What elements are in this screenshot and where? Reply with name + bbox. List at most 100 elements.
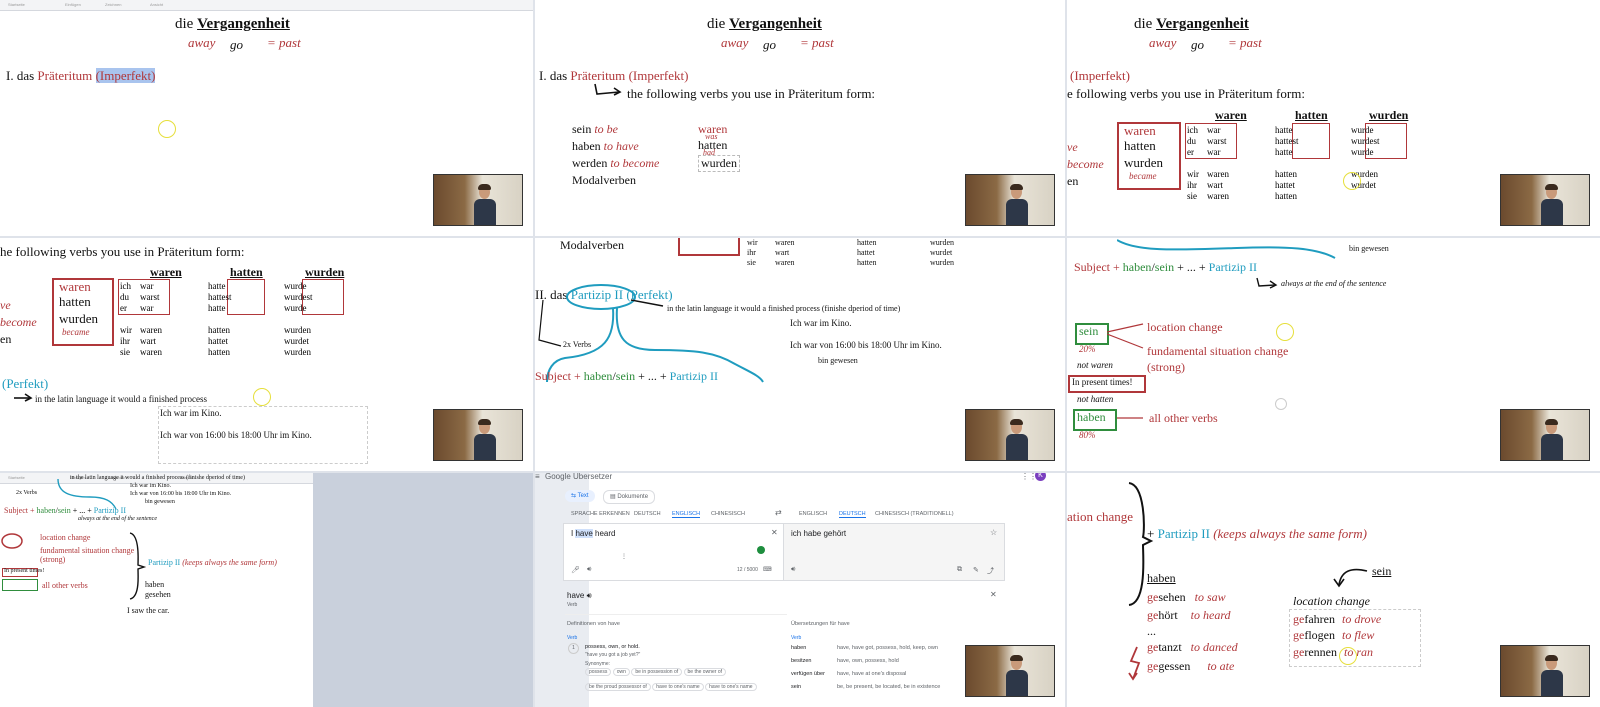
location-change-label: location change bbox=[1293, 594, 1370, 608]
onenote-ribbon[interactable]: Startseite Einfügen Zeichnen Ansicht bbox=[0, 0, 533, 11]
swap-icon[interactable]: ⇄ bbox=[775, 508, 782, 517]
definitions-title: Definitionen von have bbox=[567, 621, 620, 627]
tile-google-translate: ≡ Google Übersetzer ⋮⋮ K ⇆ Text ▤ Dokume… bbox=[535, 473, 1065, 707]
saw-sentence: I saw the car. bbox=[127, 606, 170, 615]
tile-slide-3: die Vergangenheit away go = past (Imperf… bbox=[1067, 0, 1600, 236]
cell: hatte bbox=[1275, 124, 1293, 135]
big-form: waren bbox=[59, 279, 91, 294]
speaker-icon[interactable]: 🔊︎ bbox=[791, 566, 795, 574]
col-header: hatten bbox=[1295, 108, 1328, 122]
cell: waren bbox=[1207, 168, 1229, 179]
title-prefix: die bbox=[1134, 16, 1157, 32]
title-word: Vergangenheit bbox=[197, 16, 290, 32]
formula-plus: + bbox=[574, 369, 581, 383]
big-form: hatten bbox=[1124, 138, 1156, 153]
close-icon[interactable]: ✕ bbox=[990, 590, 997, 599]
arrow-icon bbox=[594, 83, 622, 96]
note-go: go bbox=[1191, 37, 1204, 52]
cell: wurdest bbox=[1351, 135, 1380, 146]
synonym-chips[interactable]: be the proud possessor of have to one's … bbox=[585, 683, 757, 691]
translation-row: besitzen have, own, possess, hold bbox=[791, 658, 899, 664]
edit-icon[interactable]: ✎ bbox=[973, 566, 979, 574]
copy-icon[interactable]: ⧉ bbox=[957, 566, 962, 574]
heading-imperfekt: (Imperfekt) bbox=[628, 68, 689, 83]
src-lang-de[interactable]: DEUTSCH bbox=[634, 511, 661, 517]
drag-handle-icon[interactable]: ⋮ bbox=[621, 553, 627, 560]
ribbon-item[interactable]: Einfügen bbox=[65, 2, 81, 7]
ribbon-item[interactable]: Ansicht bbox=[150, 2, 163, 7]
ribbon-item[interactable]: Startseite bbox=[8, 475, 25, 480]
share-icon[interactable]: ⤴ bbox=[987, 566, 994, 576]
not-hatten: not hatten bbox=[1077, 394, 1114, 404]
formula-dots: + ... + bbox=[1177, 260, 1206, 274]
col-header: waren bbox=[150, 265, 182, 279]
pronoun: ich bbox=[120, 280, 131, 291]
ribbon-item[interactable]: Zeichnen bbox=[105, 2, 121, 7]
src-lang-en[interactable]: ENGLISCH bbox=[672, 511, 701, 518]
cell: hatte bbox=[208, 302, 226, 313]
star-icon[interactable]: ☆ bbox=[990, 528, 997, 537]
tgt-lang-zh[interactable]: CHINESISCH (TRADITIONELL) bbox=[875, 511, 954, 517]
tab-text[interactable]: ⇆ Text bbox=[565, 490, 595, 502]
formula-subject: Subject bbox=[1074, 260, 1110, 274]
avatar[interactable]: K bbox=[1035, 473, 1046, 481]
menu-icon[interactable]: ≡ bbox=[535, 473, 540, 481]
heading-praeteritum: I. das Präteritum (Imperfekt) bbox=[6, 68, 156, 84]
participle-row: gefahren to drove bbox=[1293, 612, 1382, 626]
cursor-highlight bbox=[158, 120, 176, 138]
page-title: die Vergangenheit bbox=[175, 16, 290, 33]
big-forms-box bbox=[678, 238, 740, 256]
table-row: wir waren hatten wurden bbox=[116, 324, 317, 335]
col-header: wurden bbox=[1369, 108, 1409, 122]
pronoun: er bbox=[120, 302, 127, 313]
partial-text: ve bbox=[1067, 140, 1078, 154]
tgt-lang-de[interactable]: DEUTSCH bbox=[839, 511, 866, 518]
translation-row: verfügen über have, have at one's disposa… bbox=[791, 671, 907, 677]
cell: wurden bbox=[284, 346, 311, 357]
cell: wurdet bbox=[284, 335, 309, 346]
latin-text: in the latin language it would a finishe… bbox=[667, 304, 901, 313]
keyboard-icon[interactable]: ⌨ bbox=[763, 566, 772, 573]
participle-row: geflogen to flew bbox=[1293, 628, 1375, 642]
cell: wart bbox=[140, 335, 156, 346]
tab-documents[interactable]: ▤ Dokumente bbox=[603, 490, 656, 504]
cell: hatten bbox=[1275, 190, 1297, 201]
ribbon-item[interactable]: Startseite bbox=[8, 2, 25, 7]
note-go: go bbox=[763, 37, 776, 52]
present-times: In present times! bbox=[1072, 377, 1133, 387]
source-input[interactable]: I have heard bbox=[571, 529, 616, 538]
verb-en: to become bbox=[610, 156, 660, 170]
mic-icon[interactable]: 🎤︎ bbox=[571, 566, 580, 574]
synonym-chips[interactable]: possess own be in possession of be the o… bbox=[585, 668, 726, 676]
speaker-icon[interactable]: 🔊︎ bbox=[587, 566, 591, 574]
src-lang-detect[interactable]: SPRACHE ERKENNEN bbox=[571, 511, 630, 517]
pronoun: ihr bbox=[120, 335, 130, 346]
red-arrow-annotation bbox=[1128, 646, 1141, 681]
partial-text: en bbox=[0, 332, 12, 346]
all-other-verbs: all other verbs bbox=[1149, 411, 1218, 425]
big-form: waren bbox=[1124, 123, 1156, 138]
partial-text: ve bbox=[0, 298, 11, 312]
tgt-lang-en[interactable]: ENGLISCH bbox=[799, 511, 827, 517]
following-text: he following verbs you use in Präteritum… bbox=[0, 244, 245, 259]
cell: wurde bbox=[1351, 124, 1374, 135]
pronoun: du bbox=[1187, 135, 1196, 146]
webcam-feed bbox=[1500, 409, 1590, 461]
verbs-2x: 2x Verbs bbox=[563, 340, 592, 349]
clear-icon[interactable]: ✕ bbox=[771, 528, 778, 537]
participle-row: gehört to heard bbox=[1147, 608, 1231, 622]
haben-header: haben bbox=[1147, 571, 1176, 585]
cell: hatte bbox=[208, 280, 226, 291]
translation-row: sein be, be present, be located, be in ex… bbox=[791, 684, 941, 690]
kino-line: Ich war im Kino. bbox=[790, 318, 852, 328]
verb-row: werden to become bbox=[572, 156, 659, 171]
participle-row: gerennen to ran bbox=[1293, 645, 1373, 659]
bin-gewesen: bin gewesen bbox=[818, 356, 858, 365]
src-lang-zh[interactable]: CHINESISCH bbox=[711, 511, 745, 517]
end-note: always at the end of the sentence bbox=[78, 516, 157, 522]
pronoun: wir bbox=[1187, 168, 1199, 179]
pct20: 20% bbox=[1079, 344, 1096, 354]
cell: wurdest bbox=[284, 291, 313, 302]
location-change: ation change bbox=[1067, 509, 1134, 524]
cell: warst bbox=[140, 291, 160, 302]
